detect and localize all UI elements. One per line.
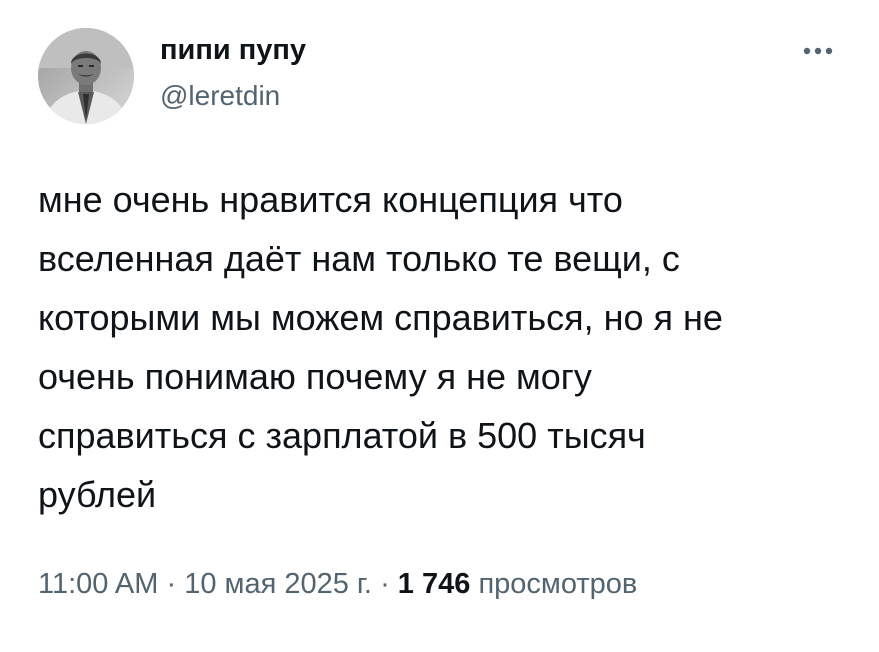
more-horizontal-icon — [803, 47, 833, 55]
meta-separator: · — [380, 568, 390, 600]
tweet-metadata: 11:00 AM · 10 мая 2025 г. · 1 746 просмо… — [38, 568, 637, 601]
avatar[interactable] — [38, 28, 134, 124]
tweet-card: пипи пупу @leretdin мне очень нравится к… — [0, 0, 879, 652]
views-label: просмотров — [478, 568, 638, 600]
views-count: 1 746 — [397, 568, 471, 600]
author-handle[interactable]: @leretdin — [160, 80, 280, 112]
person-photo-avatar-icon — [38, 28, 134, 124]
tweet-date[interactable]: 10 мая 2025 г. — [184, 568, 372, 600]
tweet-time[interactable]: 11:00 AM — [38, 568, 158, 600]
meta-separator: · — [166, 568, 177, 600]
more-options-button[interactable] — [790, 36, 846, 66]
author-display-name[interactable]: пипи пупу — [160, 34, 306, 67]
tweet-text: мне очень нравится концепция что вселенн… — [38, 179, 723, 515]
